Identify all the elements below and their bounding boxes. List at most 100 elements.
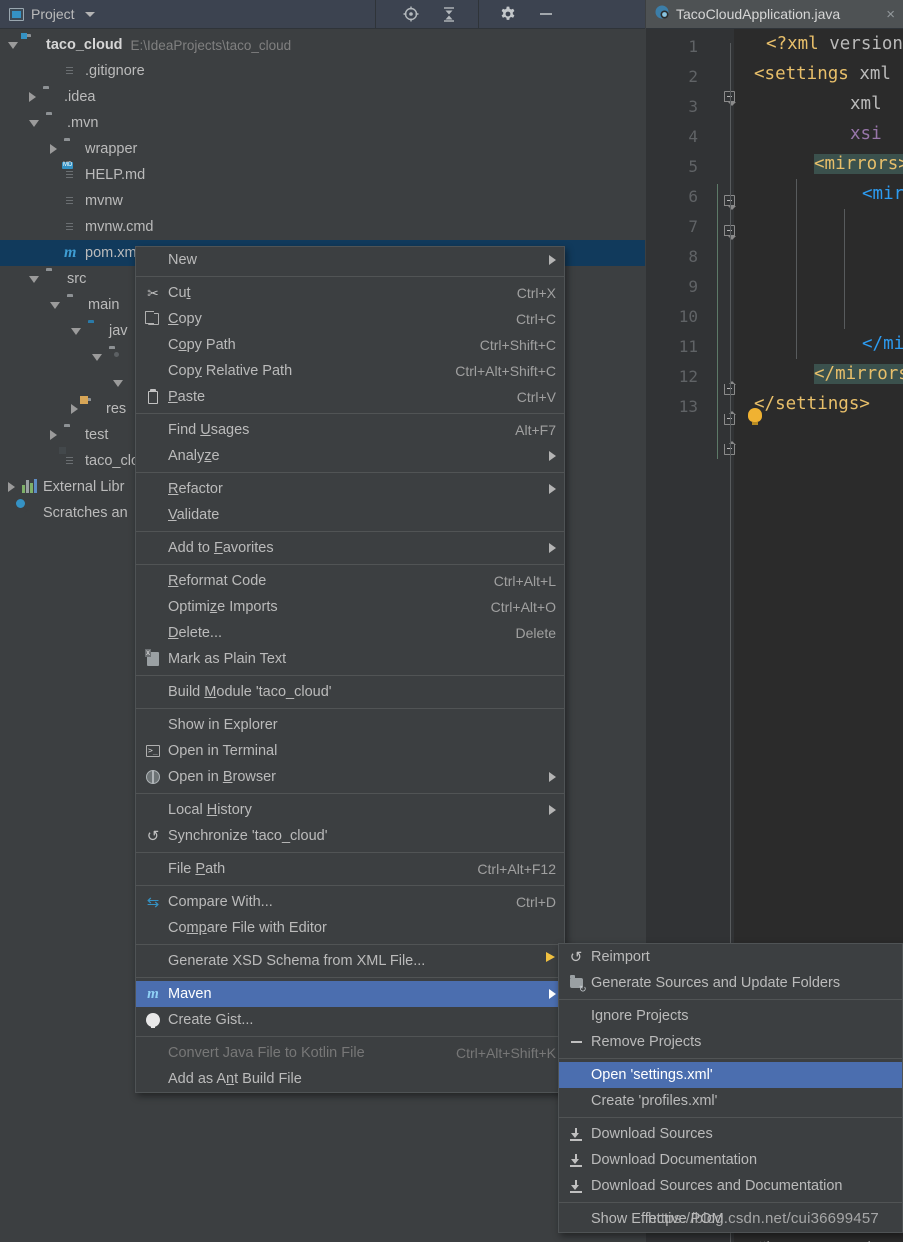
menu-item[interactable]: Copy Relative Path Ctrl+Alt+Shift+C [136,358,564,384]
tree-item-label: .gitignore [85,63,145,79]
close-icon[interactable]: × [886,6,895,23]
cut-icon: ✂ [147,285,159,301]
tree-collapse-arrow[interactable] [71,404,78,414]
breadcrumb-item-mirrors[interactable]: mirrors [856,1238,900,1242]
breadcrumb-item-settings[interactable]: settings [744,1238,792,1242]
file-icon [64,63,80,79]
tree-expand-arrow[interactable] [29,119,39,127]
menu-item[interactable]: Open in Browser [136,764,564,790]
hide-icon[interactable] [537,5,555,23]
tree-row[interactable]: .idea [0,84,645,110]
menu-item[interactable]: ✂ Cut Ctrl+X [136,280,564,306]
line-number: 13 [678,397,698,416]
tree-item-label: .mvn [67,115,99,131]
menu-item[interactable]: Ignore Projects [559,1003,902,1029]
indent-guide [844,209,845,329]
tree-row[interactable]: .gitignore [0,58,645,84]
menu-item[interactable]: Refactor [136,476,564,502]
menu-item[interactable]: ↺ Synchronize 'taco_cloud' [136,823,564,849]
menu-separator [136,885,564,886]
menu-separator [136,564,564,565]
maven-submenu[interactable]: ↺ Reimport Generate Sources and Update Fol… [558,943,903,1233]
submenu-arrow-icon [549,451,556,461]
tree-row[interactable]: mvnw [0,188,645,214]
tree-item-label: .idea [64,89,96,105]
editor-tab[interactable]: TacoCloudApplication.java × [646,0,903,29]
menu-item[interactable]: New [136,247,564,273]
project-panel-title: Project [31,6,75,22]
tree-expand-arrow[interactable] [113,379,123,387]
menu-item-shortcut: Ctrl+Alt+F12 [477,861,556,877]
collapse-all-icon[interactable] [440,5,458,23]
menu-item[interactable]: m Maven [136,981,564,1007]
tree-collapse-arrow[interactable] [50,430,57,440]
watermark-text: https://blog.csdn.net/cui36699457 [648,1210,879,1227]
tree-collapse-arrow[interactable] [50,144,57,154]
menu-item[interactable]: Build Module 'taco_cloud' [136,679,564,705]
tree-expand-arrow[interactable] [92,353,102,361]
tree-row[interactable]: wrapper [0,136,645,162]
menu-item[interactable]: Generate XSD Schema from XML File... [136,948,564,974]
menu-item[interactable]: ↺ Reimport [559,944,902,970]
menu-item[interactable]: Copy Path Ctrl+Shift+C [136,332,564,358]
context-menu[interactable]: New ✂ Cut Ctrl+X Copy Ctrl+C Copy Path Ctrl+Shi… [135,246,565,1093]
menu-item-shortcut: Ctrl+X [516,285,556,301]
menu-item[interactable]: Reformat Code Ctrl+Alt+L [136,568,564,594]
tree-expand-arrow[interactable] [29,275,39,283]
resource-folder-icon [85,401,101,417]
menu-item-shortcut: Delete [515,625,556,641]
tree-collapse-arrow[interactable] [8,482,15,492]
line-number: 1 [688,37,698,56]
tree-expand-arrow[interactable] [50,301,60,309]
tree-row[interactable]: HELP.md [0,162,645,188]
menu-item: Convert Java File to Kotlin File Ctrl+Alt… [136,1040,564,1066]
tree-expand-arrow[interactable] [71,327,81,335]
menu-separator [136,675,564,676]
menu-item[interactable]: Download Sources [559,1121,902,1147]
menu-item[interactable]: Add to Favorites [136,535,564,561]
project-panel-header[interactable]: Project [0,0,375,28]
menu-item[interactable]: Open 'settings.xml' [559,1062,902,1088]
menu-item[interactable]: Download Sources and Documentation [559,1173,902,1199]
menu-item[interactable]: Delete... Delete [136,620,564,646]
menu-item[interactable]: Add as Ant Build File [136,1066,564,1092]
package-folder-icon [109,349,125,365]
tree-row[interactable]: .mvn [0,110,645,136]
paste-icon [144,388,162,404]
menu-item[interactable]: Local History [136,797,564,823]
tree-collapse-arrow[interactable] [29,92,36,102]
menu-item[interactable]: Analyze [136,443,564,469]
tree-row[interactable]: mvnw.cmd [0,214,645,240]
menu-separator [136,413,564,414]
tree-expand-arrow[interactable] [8,41,18,49]
sync-icon: ↺ [146,827,160,845]
class-file-icon [64,453,80,469]
locate-icon[interactable] [402,5,420,23]
menu-item[interactable]: Copy Ctrl+C [136,306,564,332]
menu-item[interactable]: Download Documentation [559,1147,902,1173]
menu-item[interactable]: Compare File with Editor [136,915,564,941]
menu-item[interactable]: Show in Explorer [136,712,564,738]
menu-item-label: Copy [168,311,202,327]
menu-item[interactable]: Find Usages Alt+F7 [136,417,564,443]
line-number: 3 [688,97,698,116]
tree-item-label: main [88,297,120,313]
toolbar-divider-2 [478,0,479,29]
menu-item[interactable]: Paste Ctrl+V [136,384,564,410]
menu-item-label: Compare With... [168,894,273,910]
menu-item[interactable]: Optimize Imports Ctrl+Alt+O [136,594,564,620]
menu-item[interactable]: Generate Sources and Update Folders [559,970,902,996]
menu-item[interactable]: File Path Ctrl+Alt+F12 [136,856,564,882]
java-class-icon [654,4,670,25]
menu-item[interactable]: Validate [136,502,564,528]
menu-item[interactable]: Mark as Plain Text [136,646,564,672]
menu-item[interactable]: Create 'profiles.xml' [559,1088,902,1114]
tree-row[interactable]: taco_cloud E:\IdeaProjects\taco_cloud [0,32,645,58]
menu-item[interactable]: Remove Projects [559,1029,902,1055]
settings-gear-icon[interactable] [499,5,517,23]
menu-item[interactable]: Open in Terminal [136,738,564,764]
tree-item-label: wrapper [85,141,138,157]
chevron-down-icon[interactable] [84,11,95,17]
menu-item[interactable]: Create Gist... [136,1007,564,1033]
menu-item[interactable]: ⇆ Compare With... Ctrl+D [136,889,564,915]
